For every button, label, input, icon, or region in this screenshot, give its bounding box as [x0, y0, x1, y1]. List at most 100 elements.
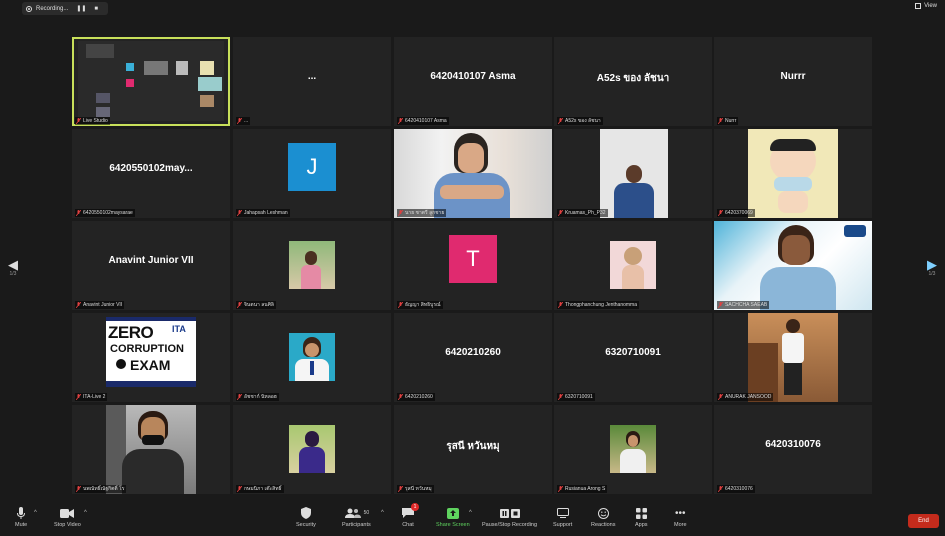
participant-name-label: 6420550102maysarae — [75, 209, 135, 217]
end-meeting-button[interactable]: End — [908, 514, 939, 528]
participant-tile[interactable]: 6420210260 6420210260 — [394, 313, 552, 402]
muted-microphone-icon — [75, 117, 82, 125]
participant-tile[interactable]: ZERO ITA CORRUPTION EXAM ITA-Live 2 — [72, 313, 230, 402]
participant-tile[interactable]: 6420310076 6420310076 — [714, 405, 872, 494]
participant-tile[interactable]: Nurrr Nurrr — [714, 37, 872, 126]
participant-tile[interactable]: 6320710091 6320710091 — [554, 313, 712, 402]
stop-video-button[interactable]: Stop Video — [54, 506, 81, 528]
participant-tile[interactable]: A52s ของ ลัชนา A52s ของ ลัชนา — [554, 37, 712, 126]
participant-video — [600, 129, 668, 218]
participant-display-name: 6420410107 Asma — [430, 71, 516, 82]
participant-tile[interactable]: ANURAK JANSOOD — [714, 313, 872, 402]
participants-icon: 50 — [344, 506, 369, 520]
participant-tile[interactable]: อัชชาก์ นิหลอฮ — [233, 313, 391, 402]
pause-recording-icon[interactable]: ❚❚ — [76, 5, 86, 12]
participant-tile[interactable]: นพณัทธิ์ณัฐกิตติ์ โร — [72, 405, 230, 494]
apps-icon — [635, 506, 647, 520]
share-screen-label: Share Screen — [436, 522, 470, 528]
pause-stop-recording-button[interactable]: Pause/Stop Recording — [482, 506, 537, 528]
participant-tile[interactable]: ... ... — [233, 37, 391, 126]
muted-microphone-icon — [75, 485, 82, 493]
avatar: T — [449, 235, 497, 283]
participant-profile-image — [289, 425, 335, 473]
poster-tag: ITA — [172, 324, 186, 334]
participant-tile[interactable]: Live Studio — [72, 37, 230, 126]
poster-exam-label: EXAM — [130, 357, 171, 373]
reactions-button[interactable]: Reactions — [591, 506, 615, 528]
participant-name-label: A52s ของ ลัชนา — [557, 117, 603, 125]
view-label: View — [924, 3, 937, 9]
recording-icon — [26, 5, 32, 12]
participant-name-label: ANURAK JANSOOD — [717, 393, 774, 401]
participants-chevron-icon[interactable]: ^ — [381, 510, 384, 516]
participant-name-label: นพณัทธิ์ณัฐกิตติ์ โร — [75, 485, 127, 493]
participant-video — [394, 129, 552, 218]
video-options-chevron-icon[interactable]: ^ — [84, 510, 87, 516]
recording-indicator[interactable]: Recording... ❚❚ ■ — [22, 2, 108, 15]
microphone-icon — [17, 506, 26, 520]
participant-tile[interactable]: กษมนิภา เต๊ะสิทธิ์ — [233, 405, 391, 494]
participant-video — [714, 221, 872, 310]
view-button[interactable]: View — [915, 3, 937, 9]
participant-tile[interactable]: 6420370069 — [714, 129, 872, 218]
share-screen-button[interactable]: Share Screen — [436, 506, 470, 528]
participant-tile[interactable]: J Jahapsah Leshman — [233, 129, 391, 218]
muted-microphone-icon — [397, 209, 404, 217]
meeting-controls-toolbar: Mute ^ Stop Video ^ Security 50 Particip… — [0, 502, 945, 536]
audio-options-chevron-icon[interactable]: ^ — [34, 510, 37, 516]
participant-tile[interactable]: Thongphanchung Jenthanomma — [554, 221, 712, 310]
ellipsis-icon: ••• — [675, 507, 686, 519]
participant-tile[interactable]: SACHCHA SAEAB — [714, 221, 872, 310]
muted-microphone-icon — [717, 485, 724, 493]
participant-name-label: 6420310076 — [717, 485, 755, 493]
previous-page-button[interactable]: ◀ 1/3 — [6, 258, 20, 277]
participant-name-label: ธัญญา สิทธิบูรณ์ — [397, 301, 443, 309]
participant-profile-image — [748, 129, 838, 218]
muted-microphone-icon — [557, 209, 564, 217]
participant-tile[interactable]: Rusianua Arong S — [554, 405, 712, 494]
muted-microphone-icon — [75, 393, 82, 401]
mute-label: Mute — [15, 522, 28, 528]
share-options-chevron-icon[interactable]: ^ — [469, 510, 472, 516]
participant-name-label: Kruamas_Ph_P32 — [557, 209, 608, 217]
participant-display-name: 6420310076 — [765, 439, 821, 450]
stop-recording-icon[interactable]: ■ — [94, 6, 98, 12]
participants-button[interactable]: 50 Participants — [342, 506, 371, 528]
apps-label: Apps — [635, 522, 648, 528]
recording-label: Recording... — [36, 5, 69, 12]
participant-tile[interactable]: 6420550102may... 6420550102maysarae — [72, 129, 230, 218]
security-button[interactable]: Security — [296, 506, 316, 528]
participant-name-label: ... — [236, 117, 251, 125]
participant-tile[interactable]: Kruamas_Ph_P32 — [554, 129, 712, 218]
participant-tile[interactable]: T ธัญญา สิทธิบูรณ์ — [394, 221, 552, 310]
participant-name-label: Thongphanchung Jenthanomma — [557, 301, 639, 309]
participant-profile-image — [610, 425, 656, 473]
participant-name-label: จินตนา ลนศิลิ — [236, 301, 276, 309]
muted-microphone-icon — [236, 209, 243, 217]
participant-name-label: Nurrr — [717, 117, 739, 125]
muted-microphone-icon — [397, 393, 404, 401]
muted-microphone-icon — [557, 485, 564, 493]
chat-button[interactable]: 1 Chat — [402, 503, 419, 528]
participant-tile[interactable]: รุสนี หวันหมุ รุสนี หวันหมุ — [394, 405, 552, 494]
participant-display-name: รุสนี หวันหมุ — [446, 441, 500, 452]
pause-stop-icon — [499, 506, 520, 520]
muted-microphone-icon — [236, 393, 243, 401]
participant-name-label: 6420370069 — [717, 209, 755, 217]
next-page-button[interactable]: ▶ 1/3 — [925, 258, 939, 277]
muted-microphone-icon — [557, 393, 564, 401]
participant-name-label: Rusianua Arong S — [557, 485, 608, 493]
support-label: Support — [553, 522, 573, 528]
poster-subtitle: CORRUPTION — [110, 343, 184, 355]
participant-tile[interactable]: 6420410107 Asma 6420410107 Asma — [394, 37, 552, 126]
poster-title: ZERO — [108, 323, 154, 342]
participant-name-label: 6420410107 Asma — [397, 117, 449, 125]
support-button[interactable]: Support — [553, 506, 572, 528]
participant-tile[interactable]: Anavint Junior VII Anavint Junior VII — [72, 221, 230, 310]
participant-tile[interactable]: จินตนา ลนศิลิ — [233, 221, 391, 310]
gallery-view: Live Studio ... ... 6420410107 Asma 6420… — [72, 37, 872, 495]
more-button[interactable]: ••• More — [674, 506, 687, 529]
participant-tile[interactable]: นาย ชาตรี ลูกชาย — [394, 129, 552, 218]
mute-button[interactable]: Mute — [15, 506, 27, 528]
apps-button[interactable]: Apps — [635, 506, 648, 528]
